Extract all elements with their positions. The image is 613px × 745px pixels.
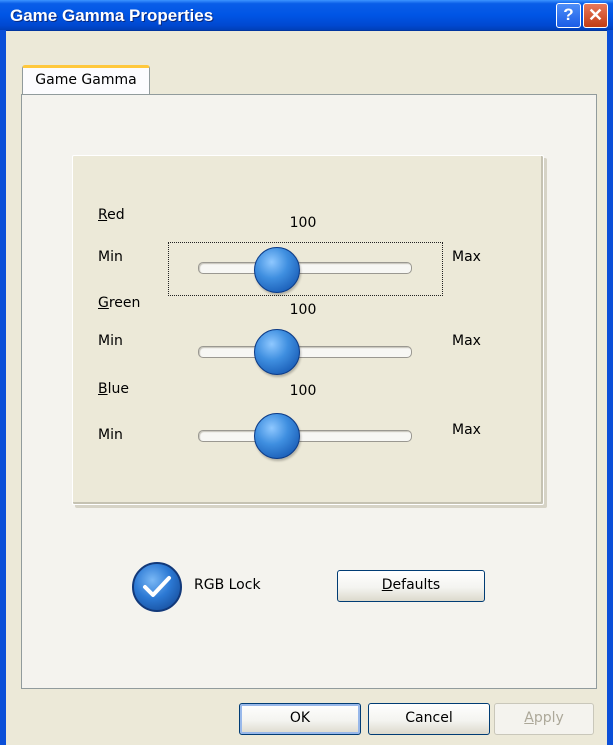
red-value: 100 <box>289 215 317 231</box>
defaults-button[interactable]: Defaults <box>337 570 485 602</box>
blue-max-label: Max <box>452 422 481 438</box>
red-slider-thumb[interactable] <box>254 247 300 293</box>
blue-min-label: Min <box>98 427 123 443</box>
window-title: Game Gamma Properties <box>10 6 214 25</box>
window-frame-left <box>0 30 6 745</box>
red-min-label: Min <box>98 249 123 265</box>
dialog-window: Game Gamma Properties ? ✕ Game Gamma Red… <box>0 0 613 745</box>
green-value: 100 <box>289 302 317 318</box>
blue-label: Blue <box>98 381 129 397</box>
green-slider-thumb[interactable] <box>254 329 300 375</box>
green-label: Green <box>98 295 141 311</box>
apply-button[interactable]: Apply <box>494 703 594 735</box>
rgb-lock-checkbox[interactable] <box>132 562 182 612</box>
ok-button[interactable]: OK <box>239 703 361 735</box>
red-label: Red <box>98 207 125 223</box>
slider-group <box>72 155 544 505</box>
green-slider-track[interactable] <box>198 346 412 358</box>
rgb-lock-label: RGB Lock <box>194 577 261 593</box>
window-frame-right <box>607 30 613 745</box>
title-bar[interactable]: Game Gamma Properties ? ✕ <box>0 0 613 31</box>
help-icon: ? <box>563 5 574 24</box>
red-slider-track[interactable] <box>198 262 412 274</box>
red-max-label: Max <box>452 249 481 265</box>
green-max-label: Max <box>452 333 481 349</box>
close-button[interactable]: ✕ <box>583 3 608 28</box>
blue-slider-track[interactable] <box>198 430 412 442</box>
close-icon: ✕ <box>587 5 604 25</box>
blue-slider-thumb[interactable] <box>254 413 300 459</box>
green-min-label: Min <box>98 333 123 349</box>
tab-game-gamma[interactable]: Game Gamma <box>22 65 150 97</box>
blue-value: 100 <box>289 383 317 399</box>
checkmark-icon <box>143 576 171 597</box>
help-button[interactable]: ? <box>556 3 581 28</box>
cancel-button[interactable]: Cancel <box>368 703 490 735</box>
